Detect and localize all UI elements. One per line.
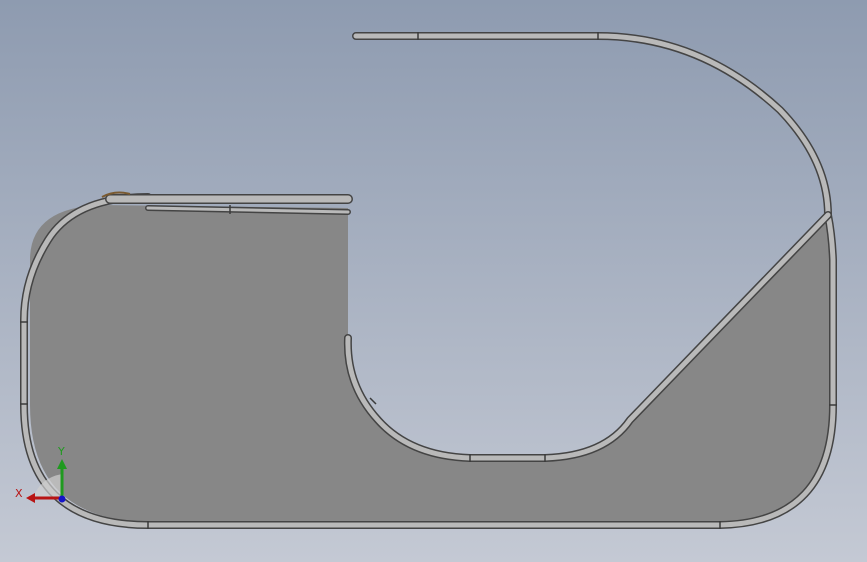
triad-x-label: X [15, 487, 23, 500]
triad-z-axis [58, 495, 66, 503]
cad-viewport[interactable]: X Y [0, 0, 867, 562]
triad-y-label: Y [57, 445, 65, 458]
